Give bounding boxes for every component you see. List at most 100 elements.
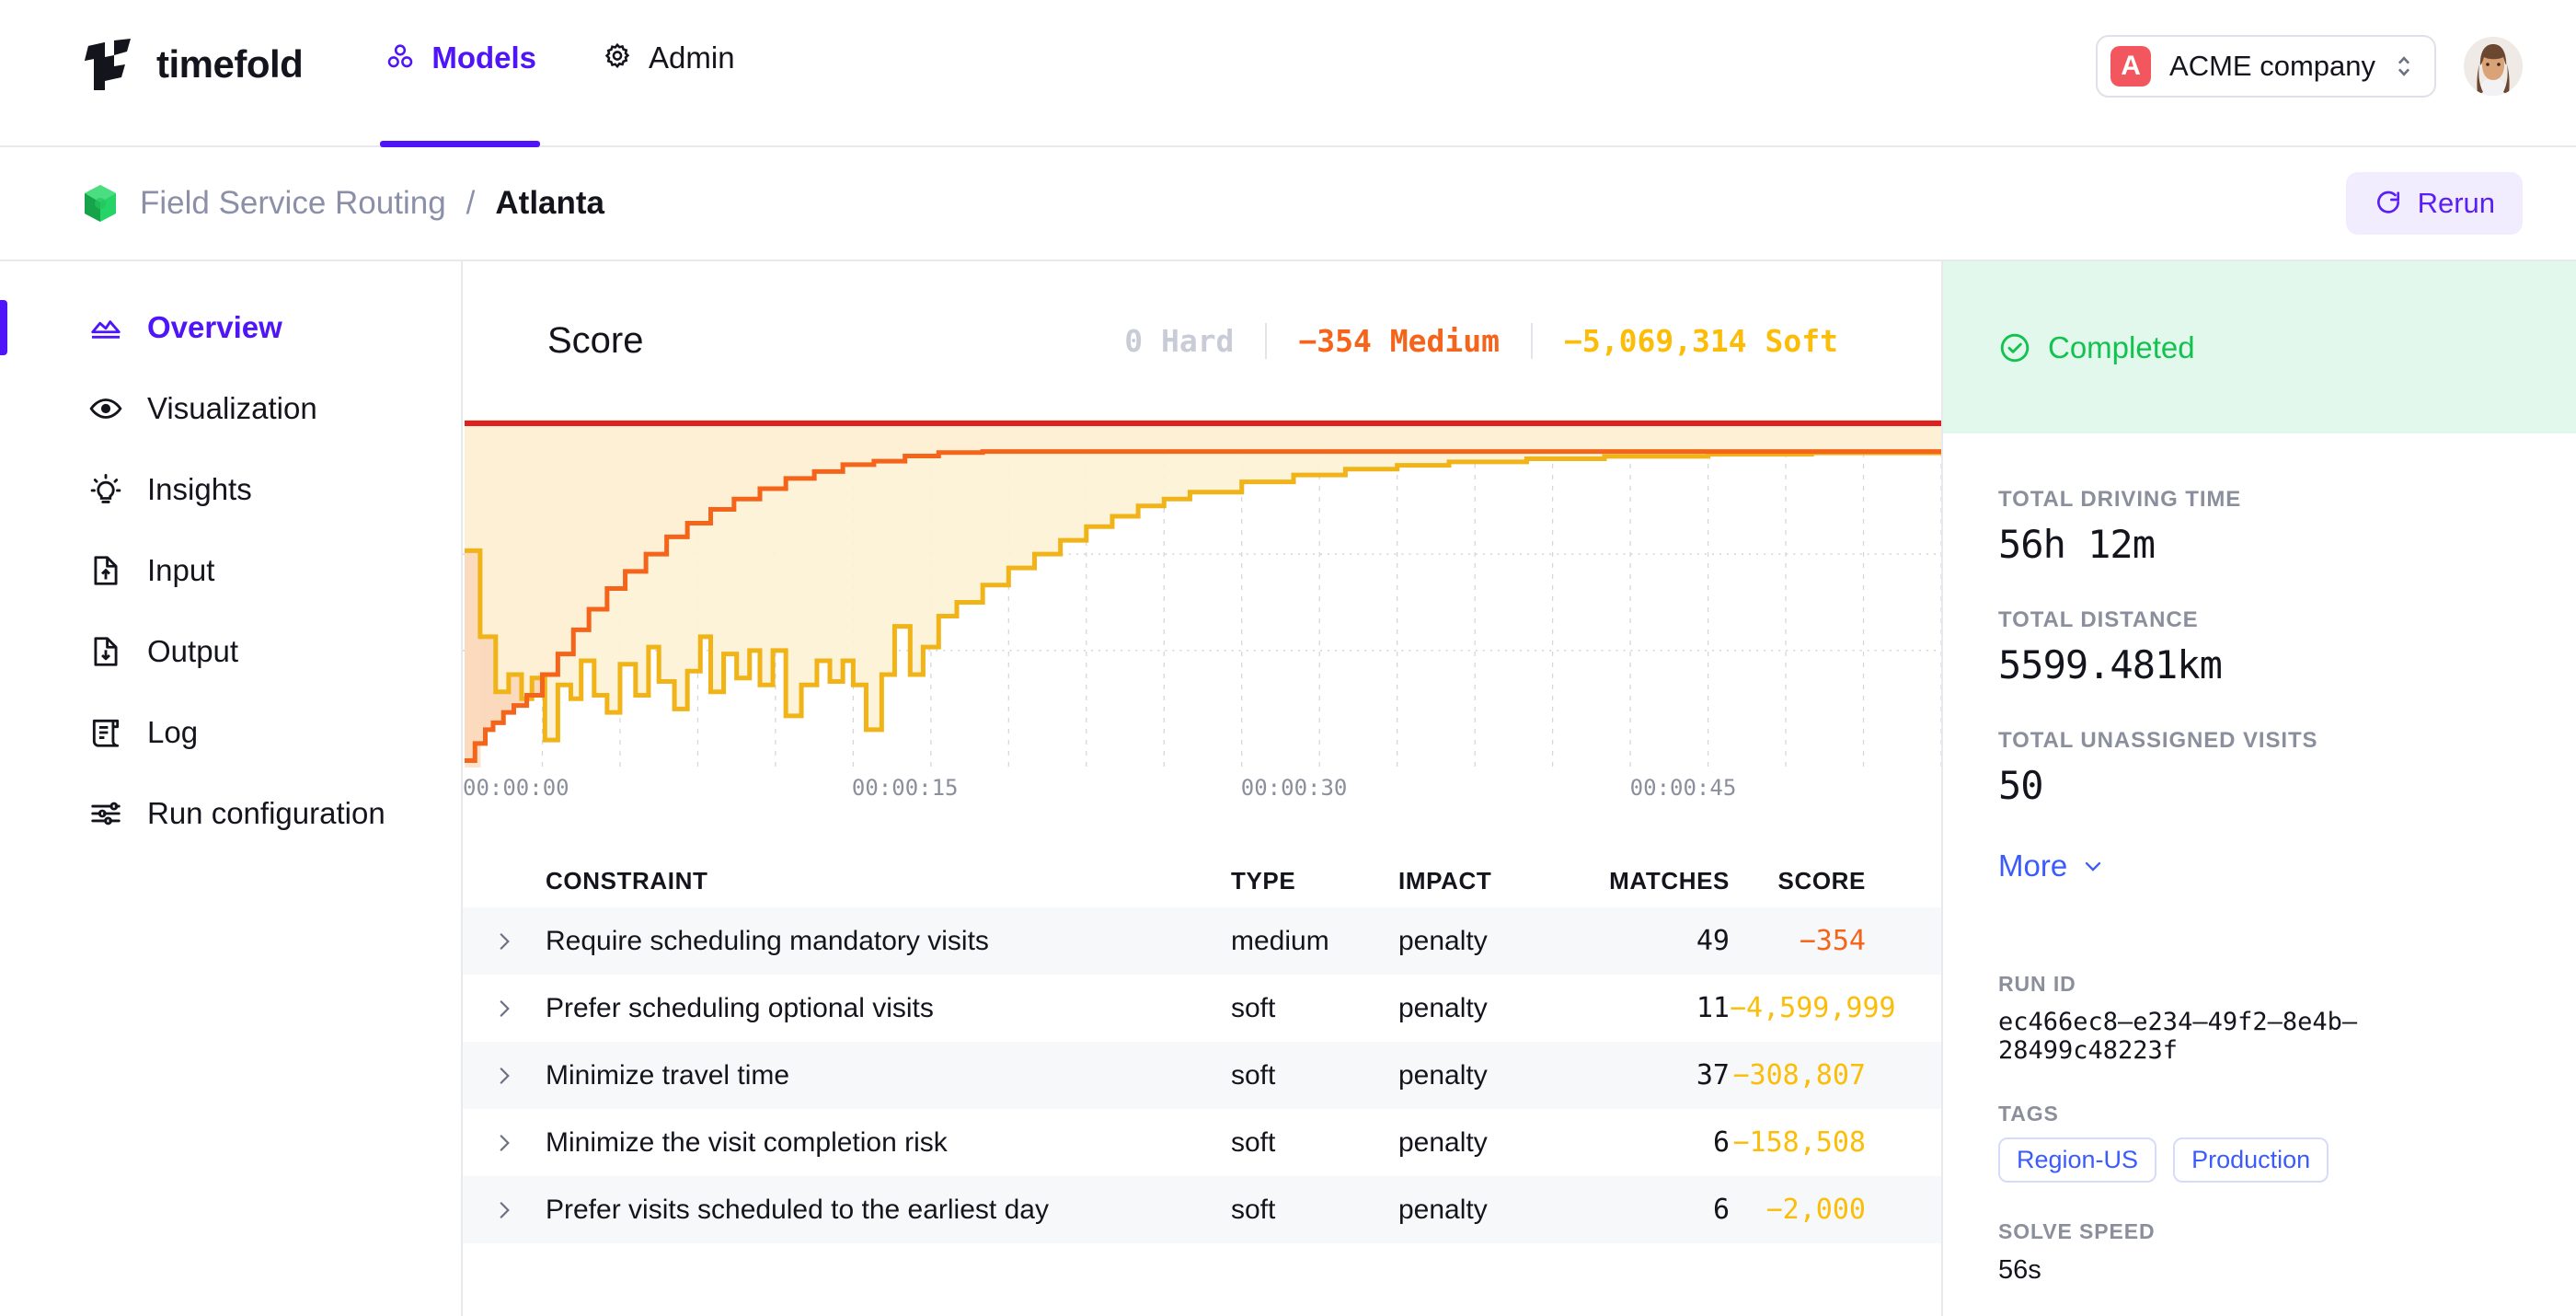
rerun-label: Rerun: [2418, 187, 2495, 220]
score-soft: −5,069,314 Soft: [1531, 323, 1869, 359]
stat-total-driving-time: TOTAL DRIVING TIME 56h 12m: [1998, 487, 2521, 567]
meta-run-id-value: ec466ec8–e234–49f2–8e4b–28499c48223f: [1998, 1008, 2521, 1065]
expand-row-button[interactable]: [463, 997, 546, 1021]
expand-row-button[interactable]: [463, 1131, 546, 1155]
sidebar-item-insights[interactable]: Insights: [0, 449, 461, 530]
sidebar-item-run-configuration[interactable]: Run configuration: [0, 773, 461, 854]
nav-tab-admin[interactable]: Admin: [597, 40, 739, 147]
stat-total-distance-label: TOTAL DISTANCE: [1998, 607, 2521, 633]
org-avatar-badge: A: [2110, 46, 2151, 87]
score-chart[interactable]: 00:00:00 00:00:15 00:00:30 00:00:45: [463, 420, 1941, 815]
sidebar-item-overview[interactable]: Overview: [0, 287, 461, 368]
score-header: Score 0 Hard −354 Medium −5,069,314 Soft: [463, 261, 1941, 420]
constraints-table-body: Require scheduling mandatory visitsmediu…: [463, 907, 1941, 1243]
body-area: Overview Visualization Insights Inpu: [0, 261, 2576, 1316]
sidebar-item-input[interactable]: Input: [0, 530, 461, 611]
models-icon: [384, 40, 417, 74]
table-row[interactable]: Prefer scheduling optional visitssoftpen…: [463, 975, 1941, 1042]
more-toggle[interactable]: More: [1998, 848, 2521, 883]
chart-x-axis: 00:00:00 00:00:15 00:00:30 00:00:45: [463, 771, 1941, 815]
nav-tab-admin-label: Admin: [649, 42, 735, 73]
chevron-down-icon: [2080, 853, 2106, 879]
right-info-panel: Completed TOTAL DRIVING TIME 56h 12m TOT…: [1941, 261, 2576, 1316]
table-row[interactable]: Minimize the visit completion risksoftpe…: [463, 1109, 1941, 1176]
cell-matches: 37: [1555, 1059, 1730, 1091]
breadcrumb-separator: /: [466, 185, 476, 222]
meta-run-id: RUN ID ec466ec8–e234–49f2–8e4b–28499c482…: [1998, 972, 2521, 1065]
breadcrumb-current: Atlanta: [495, 185, 604, 222]
column-header-matches: MATCHES: [1555, 867, 1730, 895]
top-navigation-bar: timefold Models Admin A ACME company: [0, 0, 2576, 147]
stat-total-distance-value: 5599.481km: [1998, 642, 2521, 687]
cell-constraint: Minimize travel time: [546, 1060, 1231, 1091]
meta-solve-speed: SOLVE SPEED 56s: [1998, 1219, 2521, 1286]
cell-score: −4,599,999: [1730, 992, 1941, 1024]
column-header-score: SCORE: [1730, 867, 1941, 895]
lightbulb-icon: [88, 472, 123, 507]
sidebar-item-log-label: Log: [147, 715, 198, 750]
x-axis-tick-label: 00:00:30: [1241, 775, 1348, 801]
expand-row-button[interactable]: [463, 1198, 546, 1222]
cell-matches: 6: [1555, 1194, 1730, 1226]
eye-icon: [88, 391, 123, 426]
constraints-table: CONSTRAINT TYPE IMPACT MATCHES SCORE Req…: [463, 854, 1941, 1243]
cell-score: −158,508: [1730, 1126, 1941, 1159]
sidebar-item-log[interactable]: Log: [0, 692, 461, 773]
chevron-right-icon: [492, 1198, 516, 1222]
user-avatar[interactable]: [2464, 37, 2523, 96]
sidebar-item-visualization[interactable]: Visualization: [0, 368, 461, 449]
cell-matches: 6: [1555, 1126, 1730, 1159]
column-header-type: TYPE: [1231, 867, 1398, 895]
timefold-logo-icon: [83, 39, 136, 90]
cell-impact: penalty: [1398, 1127, 1555, 1159]
cell-matches: 49: [1555, 925, 1730, 957]
avatar-image: [2464, 37, 2523, 96]
cell-type: medium: [1231, 926, 1398, 957]
status-badge: Completed: [1943, 261, 2576, 433]
cell-type: soft: [1231, 1195, 1398, 1226]
score-medium: −354 Medium: [1265, 323, 1531, 359]
expand-row-button[interactable]: [463, 1064, 546, 1088]
cell-impact: penalty: [1398, 1060, 1555, 1091]
main-content: Score 0 Hard −354 Medium −5,069,314 Soft…: [463, 261, 1941, 1316]
table-row[interactable]: Prefer visits scheduled to the earliest …: [463, 1176, 1941, 1243]
score-title: Score: [547, 320, 644, 362]
sidebar-item-output-label: Output: [147, 634, 238, 669]
sidebar-item-run-configuration-label: Run configuration: [147, 796, 385, 831]
run-metadata: RUN ID ec466ec8–e234–49f2–8e4b–28499c482…: [1943, 924, 2576, 1316]
expand-row-button[interactable]: [463, 929, 546, 953]
main-nav: Models Admin: [380, 40, 795, 147]
cell-impact: penalty: [1398, 926, 1555, 957]
file-download-icon: [88, 634, 123, 669]
cell-impact: penalty: [1398, 993, 1555, 1024]
stat-total-unassigned-visits-label: TOTAL UNASSIGNED VISITS: [1998, 728, 2521, 754]
table-row[interactable]: Require scheduling mandatory visitsmediu…: [463, 907, 1941, 975]
tag-chip[interactable]: Production: [2173, 1137, 2329, 1183]
column-header-constraint: CONSTRAINT: [546, 867, 1231, 895]
nav-tab-models[interactable]: Models: [380, 40, 540, 147]
refresh-icon: [2374, 189, 2403, 218]
more-label: More: [1998, 848, 2067, 883]
project-cube-icon: [81, 183, 120, 224]
stat-total-distance: TOTAL DISTANCE 5599.481km: [1998, 607, 2521, 687]
run-statistics: TOTAL DRIVING TIME 56h 12m TOTAL DISTANC…: [1943, 433, 2576, 883]
breadcrumb-project[interactable]: Field Service Routing: [140, 185, 446, 222]
x-axis-tick-label: 00:00:00: [463, 775, 569, 801]
org-switcher[interactable]: A ACME company: [2096, 35, 2436, 98]
chevron-up-down-icon: [2394, 51, 2414, 82]
table-row[interactable]: Minimize travel timesoftpenalty37−308,80…: [463, 1042, 1941, 1109]
tag-chip[interactable]: Region-US: [1998, 1137, 2156, 1183]
chevron-right-icon: [492, 997, 516, 1021]
brand[interactable]: timefold: [83, 39, 303, 90]
x-axis-tick-label: 00:00:45: [1630, 775, 1737, 801]
rerun-button[interactable]: Rerun: [2346, 172, 2523, 235]
brand-name: timefold: [156, 42, 303, 87]
cell-score: −308,807: [1730, 1059, 1941, 1091]
sidebar-item-overview-label: Overview: [147, 310, 282, 345]
area-chart-icon: [88, 310, 123, 345]
cell-type: soft: [1231, 1060, 1398, 1091]
sidebar-item-output[interactable]: Output: [0, 611, 461, 692]
score-values: 0 Hard −354 Medium −5,069,314 Soft: [1093, 323, 1941, 359]
x-axis-tick-label: 00:00:15: [852, 775, 959, 801]
nav-tab-models-label: Models: [431, 42, 536, 73]
